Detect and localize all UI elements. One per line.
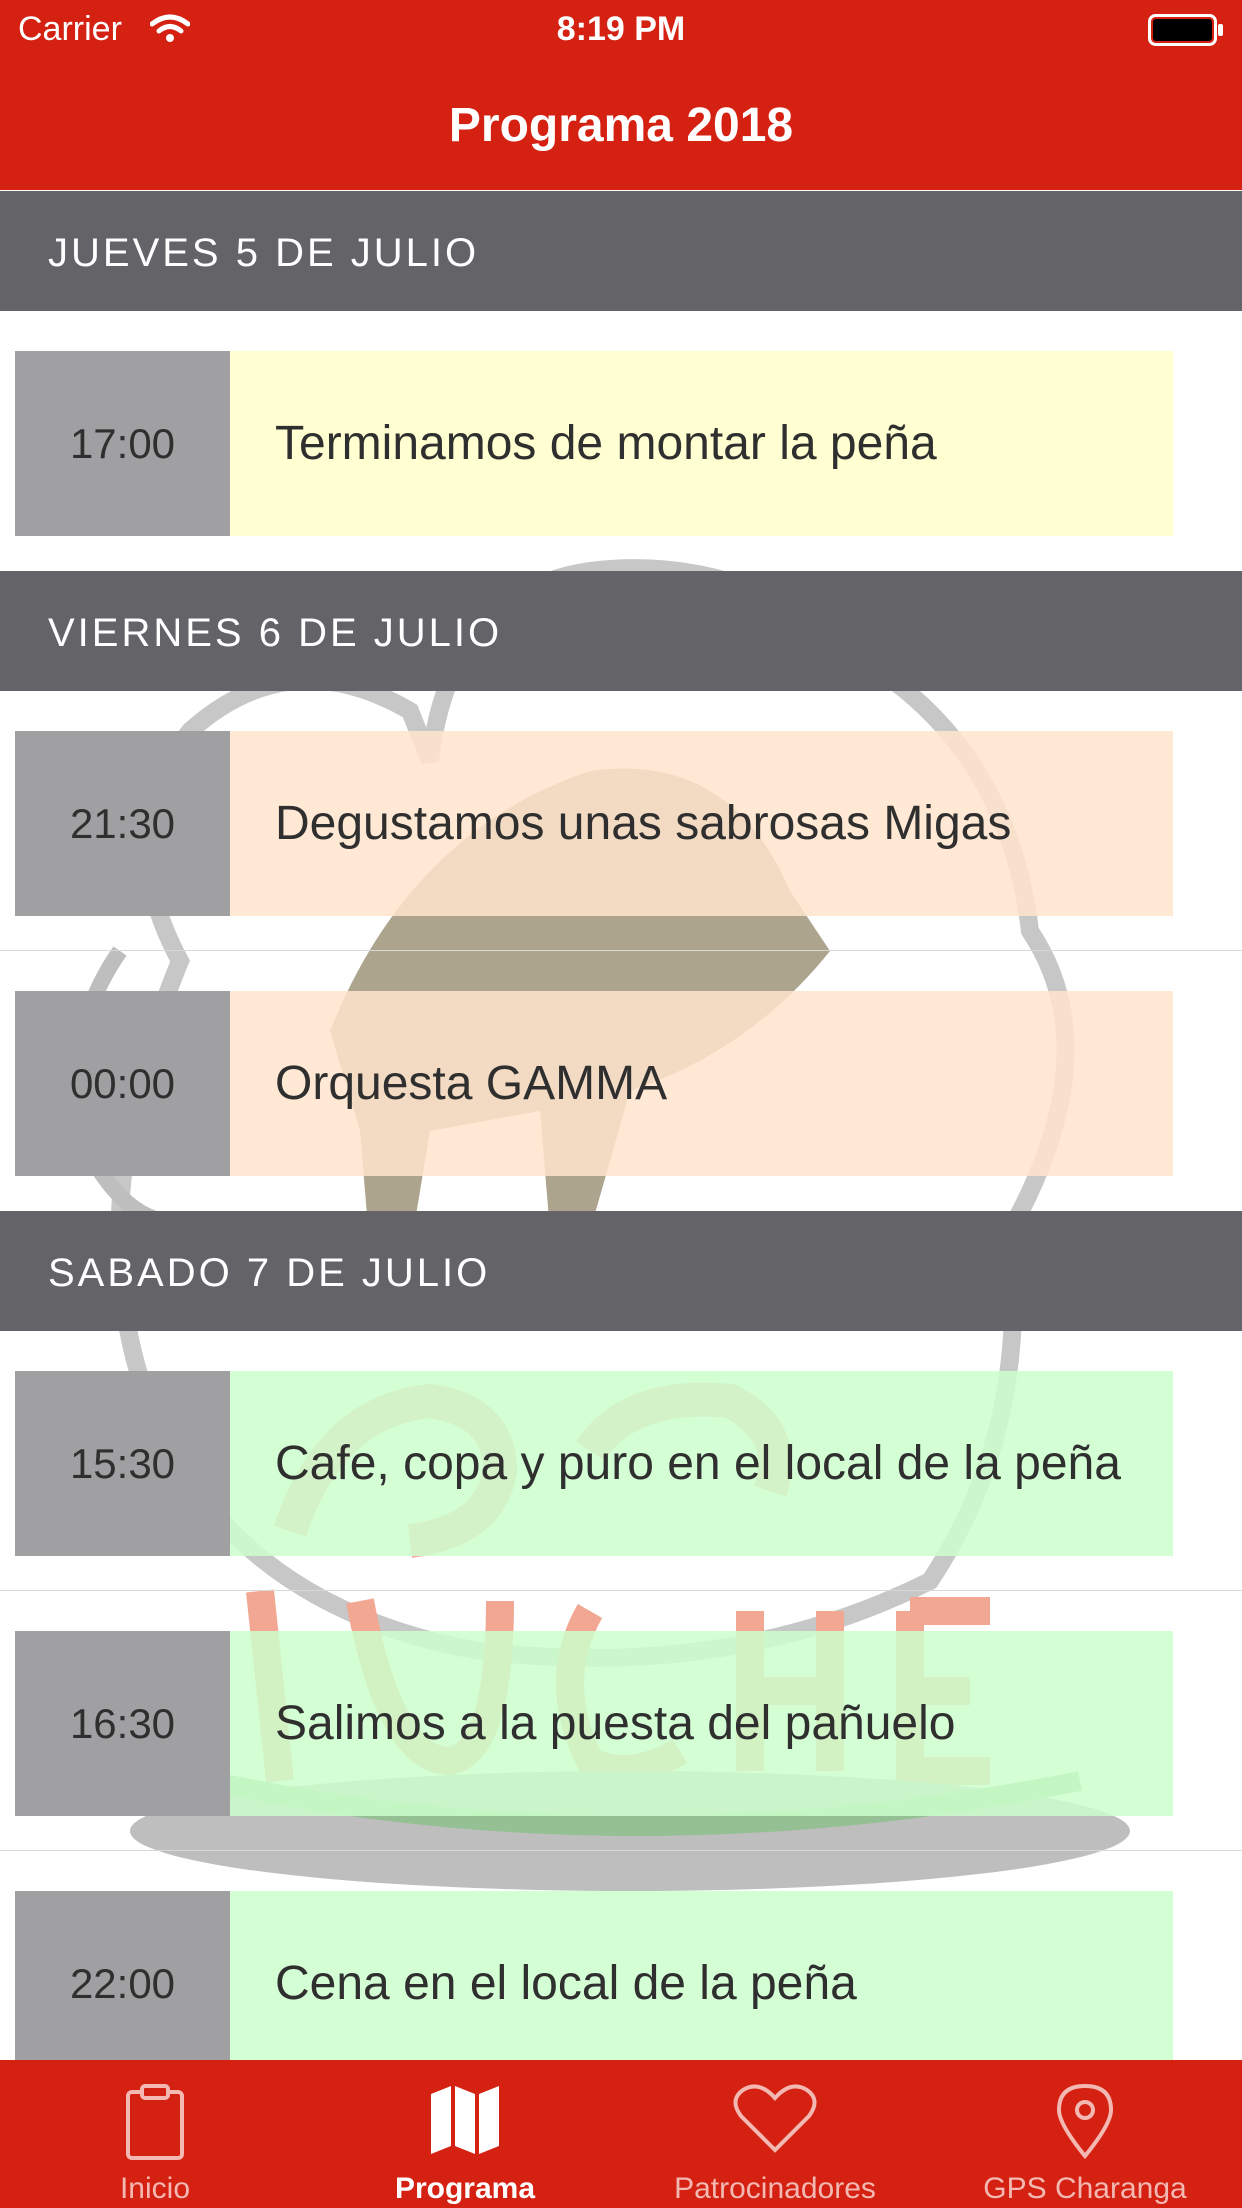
clipboard-icon [0,2082,310,2162]
event-description: Terminamos de montar la peña [230,351,1173,536]
event-text: Salimos a la puesta del pañuelo [275,1697,956,1750]
event-time: 00:00 [15,991,230,1176]
tab-bar: Inicio Programa Patrocinadores GPS Chara… [0,2060,1242,2208]
tab-patrocinadores[interactable]: Patrocinadores [620,2060,930,2208]
heart-icon [620,2082,930,2162]
event-description: Cafe, copa y puro en el local de la peña [230,1371,1173,1556]
tab-inicio[interactable]: Inicio [0,2060,310,2208]
section-header-jueves: JUEVES 5 DE JULIO [0,191,1242,311]
status-bar: Carrier 8:19 PM [0,0,1242,60]
event-text: Orquesta GAMMA [275,1057,668,1110]
tab-programa[interactable]: Programa [310,2060,620,2208]
location-pin-icon [930,2082,1240,2162]
tab-label: Patrocinadores [674,2172,876,2205]
section-header-sabado: SABADO 7 DE JULIO [0,1211,1242,1331]
event-description: Cena en el local de la peña [230,1891,1173,2060]
event-row[interactable]: 16:30 Salimos a la puesta del pañuelo [0,1591,1242,1851]
battery-icon [1148,14,1224,51]
event-time: 15:30 [15,1371,230,1556]
event-description: Degustamos unas sabrosas Migas [230,731,1173,916]
section-header-viernes: VIERNES 6 DE JULIO [0,571,1242,691]
tab-label: Inicio [119,2172,191,2205]
event-description: Orquesta GAMMA [230,991,1173,1176]
event-time: 17:00 [15,351,230,536]
status-time: 8:19 PM [556,10,686,48]
navigation-bar: Programa 2018 [0,60,1242,190]
map-icon [310,2082,620,2162]
event-time: 16:30 [15,1631,230,1816]
section-title: VIERNES 6 DE JULIO [48,611,503,655]
event-description: Salimos a la puesta del pañuelo [230,1631,1173,1816]
section-title: JUEVES 5 DE JULIO [48,231,480,275]
tab-gps-charanga[interactable]: GPS Charanga [930,2060,1240,2208]
page-title: Programa 2018 [448,99,794,152]
event-text: Terminamos de montar la peña [275,417,937,470]
section-title: SABADO 7 DE JULIO [48,1251,491,1295]
tab-label: Programa [394,2172,536,2205]
event-row[interactable]: 21:30 Degustamos unas sabrosas Migas [0,691,1242,951]
event-row[interactable]: 00:00 Orquesta GAMMA [0,951,1242,1211]
tab-label: GPS Charanga [983,2172,1187,2205]
event-text: Degustamos unas sabrosas Migas [275,797,1012,850]
event-text: Cafe, copa y puro en el local de la peña [275,1437,1121,1490]
event-row[interactable]: 17:00 Terminamos de montar la peña [0,311,1242,571]
event-time: 21:30 [15,731,230,916]
program-list[interactable]: JUEVES 5 DE JULIO 17:00 Terminamos de mo… [0,191,1242,2060]
event-text: Cena en el local de la peña [275,1957,857,2010]
event-time: 22:00 [15,1891,230,2060]
event-row[interactable]: 15:30 Cafe, copa y puro en el local de l… [0,1331,1242,1591]
event-row[interactable]: 22:00 Cena en el local de la peña [0,1851,1242,2060]
